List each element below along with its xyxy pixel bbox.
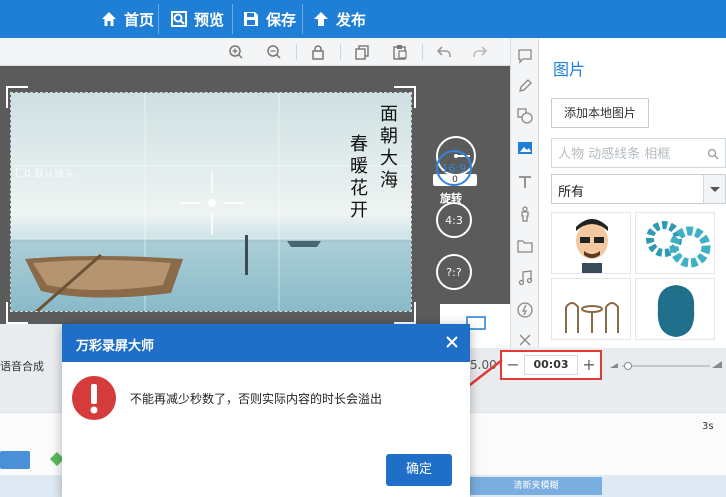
- folder-icon[interactable]: [517, 238, 533, 254]
- preview-label: 预览: [194, 10, 225, 29]
- image-panel: 图片 添加本地图片 所有: [539, 38, 726, 348]
- preview-icon: [170, 10, 188, 28]
- zoom-out-icon[interactable]: [266, 44, 282, 60]
- music-icon[interactable]: [517, 270, 533, 286]
- clipart-thumbnail-man[interactable]: [551, 212, 631, 274]
- camera-label-text: 默认镜头: [34, 169, 74, 180]
- timeline-zoom-slider[interactable]: [610, 361, 722, 370]
- duration-value[interactable]: 00:03: [524, 355, 578, 375]
- image-icon[interactable]: [517, 140, 533, 156]
- warning-dialog: 万彩录屏大师 不能再减少秒数了，否则实际内容的时长会溢出 确定: [62, 324, 470, 497]
- shapes-icon[interactable]: [517, 108, 533, 124]
- camera-icon: [16, 168, 30, 177]
- redo-icon[interactable]: [472, 44, 488, 60]
- home-label: 首页: [124, 10, 155, 29]
- save-button[interactable]: 保存: [242, 0, 296, 38]
- duration-plus-button[interactable]: +: [580, 356, 598, 374]
- category-selected-value: 所有: [558, 185, 585, 200]
- home-button[interactable]: 首页: [100, 0, 154, 38]
- chevron-down-icon[interactable]: [703, 175, 725, 203]
- save-icon: [242, 10, 260, 28]
- add-local-image-button[interactable]: 添加本地图片: [551, 98, 649, 128]
- image-search-input[interactable]: [558, 145, 698, 163]
- pen-icon[interactable]: [517, 78, 533, 94]
- canvas-toolbar: [0, 38, 510, 66]
- clipart-thumbnail-blob[interactable]: [635, 278, 715, 340]
- tool-icon-column: [510, 38, 539, 348]
- ratio-custom-button[interactable]: ?:?: [436, 254, 472, 290]
- duration-control: − 00:03 +: [500, 350, 602, 380]
- chat-icon[interactable]: [517, 48, 533, 64]
- paste-icon[interactable]: [392, 44, 408, 60]
- timeline-clip-start[interactable]: [0, 451, 30, 469]
- preview-button[interactable]: 预览: [170, 0, 224, 38]
- ratio-4-3-button[interactable]: 4:3: [436, 202, 472, 238]
- text-icon[interactable]: [517, 174, 533, 190]
- clipart-thumbnail-table[interactable]: [551, 278, 631, 340]
- close-icon[interactable]: [444, 334, 460, 350]
- dialog-title: 万彩录屏大师: [76, 339, 155, 354]
- publish-button[interactable]: 发布: [312, 0, 366, 38]
- ratio-16-9-button[interactable]: 16:9: [436, 150, 472, 186]
- zoom-in-icon[interactable]: [228, 44, 244, 60]
- publish-label: 发布: [336, 10, 367, 29]
- canvas-area[interactable]: 默认镜头 面朝大海 春暖花开 0 旋转 16:9 4:3 ?:?: [0, 66, 510, 324]
- ruler-mark: 3s: [702, 421, 714, 432]
- copy-icon[interactable]: [354, 44, 370, 60]
- top-navigation-bar: 首页 预览 保存 发布: [0, 0, 726, 38]
- poem-text-left[interactable]: 春暖花开: [342, 134, 372, 222]
- lock-icon[interactable]: [310, 44, 326, 60]
- search-icon[interactable]: [707, 148, 719, 160]
- flash-icon[interactable]: [517, 302, 533, 318]
- track-effect-clip[interactable]: 清新夹模糊: [470, 477, 602, 495]
- ok-button[interactable]: 确定: [386, 454, 452, 486]
- category-select[interactable]: 所有: [551, 174, 726, 204]
- image-search-box[interactable]: [551, 138, 726, 168]
- dialog-message: 不能再减少秒数了，否则实际内容的时长会溢出: [130, 392, 383, 406]
- home-icon: [100, 10, 118, 28]
- clipart-thumbnail-gears[interactable]: [635, 212, 715, 274]
- undo-icon[interactable]: [436, 44, 452, 60]
- dialog-header: 万彩录屏大师: [62, 324, 470, 362]
- camera-label: 默认镜头: [16, 165, 74, 180]
- tts-label[interactable]: 语音合成: [0, 358, 44, 374]
- panel-title: 图片: [553, 60, 586, 79]
- warning-icon: [70, 374, 118, 422]
- publish-icon: [312, 10, 330, 28]
- more-icon[interactable]: [517, 332, 533, 348]
- save-label: 保存: [266, 10, 297, 29]
- person-icon[interactable]: [517, 206, 533, 222]
- poem-text-right[interactable]: 面朝大海: [372, 104, 402, 192]
